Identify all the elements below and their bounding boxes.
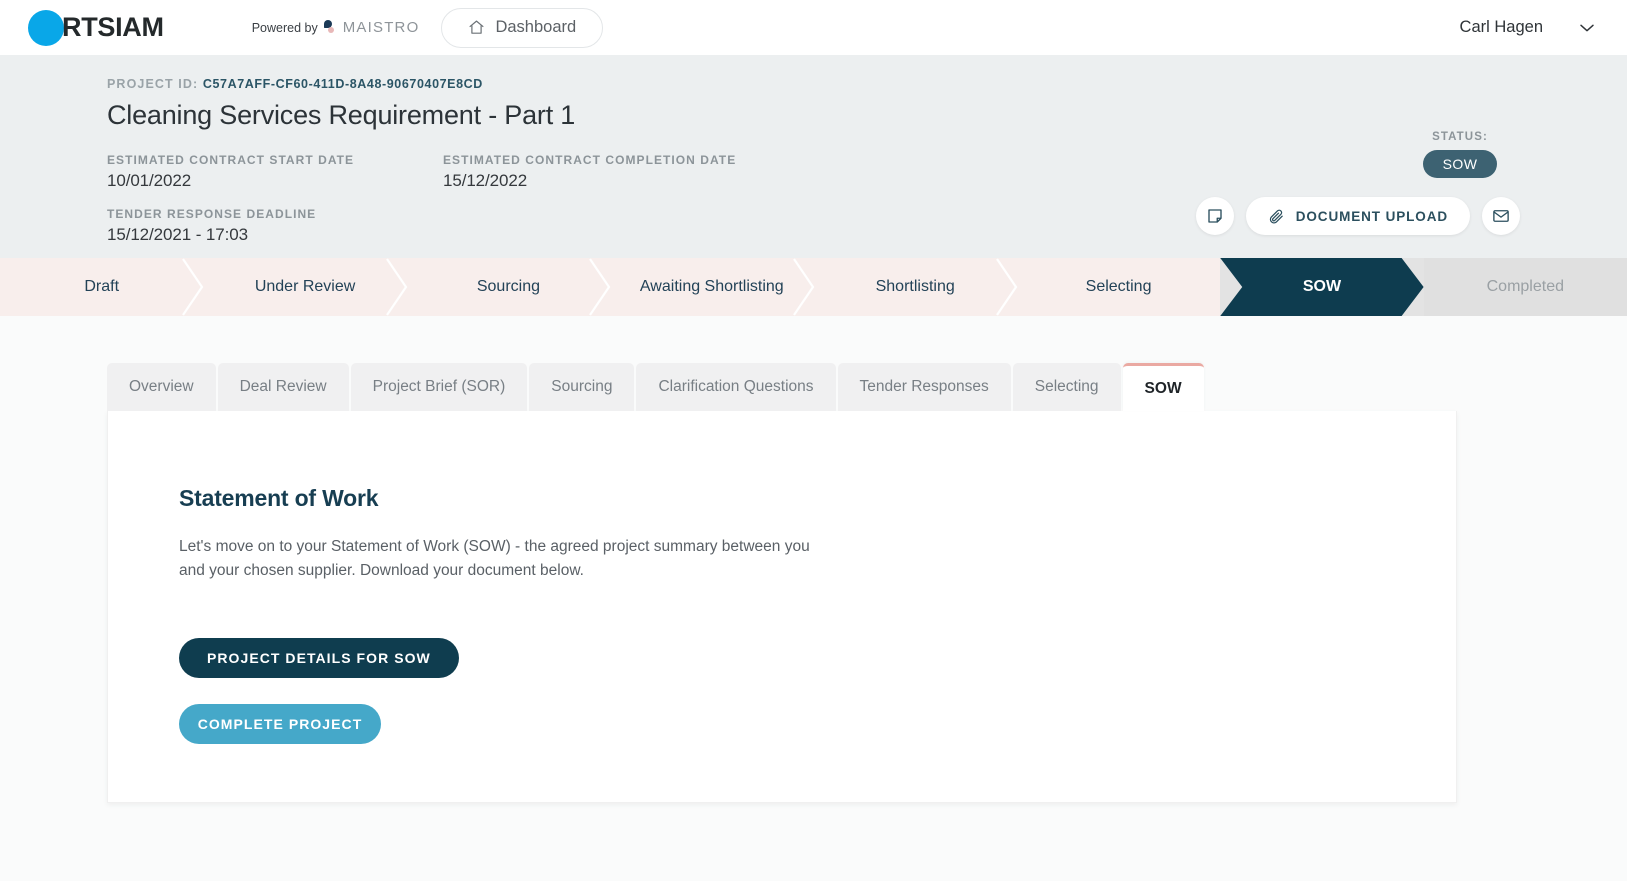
sow-actions: PROJECT DETAILS FOR SOW	[179, 582, 1456, 679]
project-id-value: C57A7AFF-CF60-411D-8A48-90670407E8CD	[202, 77, 483, 91]
stepper-step-under-review[interactable]: Under Review	[203, 258, 408, 316]
stepper-step-awaiting-shortlisting[interactable]: Awaiting Shortlisting	[610, 258, 814, 316]
tender-deadline-field: TENDER RESPONSE DEADLINE 15/12/2021 - 17…	[107, 207, 443, 245]
document-upload-button[interactable]: DOCUMENT UPLOAD	[1245, 197, 1470, 235]
app-logo[interactable]: RTSIAM	[28, 9, 164, 46]
chevron-down-icon[interactable]	[1579, 23, 1595, 33]
sow-heading: Statement of Work	[179, 485, 379, 511]
stepper-step-sourcing[interactable]: Sourcing	[406, 258, 611, 316]
tab-sow[interactable]: SOW	[1122, 363, 1204, 411]
project-details-for-sow-button[interactable]: PROJECT DETAILS FOR SOW	[179, 638, 459, 679]
page-body: Overview Deal Review Project Brief (SOR) So…	[0, 316, 1627, 881]
project-stage-stepper: Draft Under Review Sourcing Awaiting Shortl…	[0, 258, 1627, 316]
completion-date-label: ESTIMATED CONTRACT COMPLETION DATE	[443, 153, 737, 167]
sow-content-card: Statement of Work Let's move on to your …	[107, 411, 1457, 804]
user-name-label: Carl Hagen	[1459, 18, 1543, 36]
paperclip-icon	[1269, 209, 1283, 223]
status-label: STATUS:	[1432, 131, 1488, 143]
document-upload-label: DOCUMENT UPLOAD	[1295, 208, 1448, 224]
stepper-step-draft[interactable]: Draft	[0, 258, 204, 316]
stepper-step-selecting[interactable]: Selecting	[1016, 258, 1221, 316]
project-id-label: PROJECT ID:	[107, 77, 199, 91]
start-date-label: ESTIMATED CONTRACT START DATE	[107, 153, 355, 167]
tab-selecting[interactable]: Selecting	[1012, 363, 1121, 411]
stepper-step-label: SOW	[1302, 278, 1342, 296]
logo-circle-icon	[28, 9, 64, 46]
tab-label: Overview	[129, 378, 194, 395]
start-date-field: ESTIMATED CONTRACT START DATE 10/01/2022	[107, 153, 443, 191]
tab-label: Deal Review	[239, 378, 327, 395]
tab-sourcing[interactable]: Sourcing	[529, 363, 635, 411]
maistro-wordmark: MAISTRO	[342, 19, 420, 36]
dashboard-button[interactable]: Dashboard	[441, 7, 604, 48]
tab-label: SOW	[1144, 379, 1182, 397]
logo-wordmark: RTSIAM	[62, 12, 164, 42]
tab-deal-review[interactable]: Deal Review	[217, 363, 349, 411]
header-actions: DOCUMENT UPLOAD	[1195, 197, 1520, 235]
tab-label: Tender Responses	[859, 378, 989, 395]
notes-button[interactable]	[1195, 197, 1234, 235]
project-id-row: PROJECT ID: C57A7AFF-CF60-411D-8A48-9067…	[107, 77, 1520, 91]
stepper-step-label: Under Review	[254, 278, 356, 296]
start-date-value: 10/01/2022	[107, 171, 192, 190]
tab-clarification-questions[interactable]: Clarification Questions	[636, 363, 836, 411]
powered-by-label: Powered by	[251, 20, 318, 35]
sow-description: Let's move on to your Statement of Work …	[179, 538, 810, 579]
tab-label: Clarification Questions	[658, 378, 814, 395]
stepper-step-completed[interactable]: Completed	[1423, 258, 1627, 316]
tab-project-brief-sor[interactable]: Project Brief (SOR)	[350, 363, 528, 411]
completion-date-value: 15/12/2022	[443, 171, 528, 190]
status-badge: SOW	[1422, 150, 1498, 178]
tab-tender-responses[interactable]: Tender Responses	[837, 363, 1011, 411]
page-title: Cleaning Services Requirement - Part 1	[107, 100, 576, 130]
dashboard-button-label: Dashboard	[495, 18, 577, 36]
top-navigation-bar: RTSIAM Powered by MAISTRO Dashboard Carl…	[0, 0, 1627, 55]
status-block: STATUS: SOW	[1400, 131, 1520, 178]
maistro-logo-icon	[323, 20, 337, 35]
contract-dates-row: ESTIMATED CONTRACT START DATE 10/01/2022…	[107, 153, 1520, 191]
home-icon	[469, 20, 484, 34]
note-icon	[1208, 209, 1222, 223]
stepper-step-sow[interactable]: SOW	[1220, 258, 1423, 316]
stepper-step-label: Sourcing	[476, 278, 541, 296]
tender-deadline-label: TENDER RESPONSE DEADLINE	[107, 207, 317, 221]
stepper-step-label: Draft	[84, 278, 120, 296]
stepper-step-label: Completed	[1486, 278, 1564, 296]
powered-by-maistro: Powered by MAISTRO	[252, 19, 420, 36]
project-header: PROJECT ID: C57A7AFF-CF60-411D-8A48-9067…	[0, 55, 1627, 258]
stepper-step-label: Selecting	[1085, 278, 1152, 296]
tab-strip: Overview Deal Review Project Brief (SOR) So…	[0, 316, 1627, 411]
stepper-step-shortlisting[interactable]: Shortlisting	[813, 258, 1018, 316]
tab-overview[interactable]: Overview	[107, 363, 216, 411]
envelope-icon	[1493, 210, 1509, 222]
tab-label: Project Brief (SOR)	[372, 378, 506, 395]
sow-complete-action: COMPLETE PROJECT	[179, 704, 1456, 745]
user-menu[interactable]: Carl Hagen	[1460, 18, 1603, 37]
complete-project-button[interactable]: COMPLETE PROJECT	[179, 704, 381, 745]
stepper-step-label: Awaiting Shortlisting	[639, 278, 784, 296]
tab-label: Selecting	[1034, 378, 1099, 395]
tab-label: Sourcing	[551, 378, 613, 395]
message-button[interactable]	[1482, 197, 1520, 235]
tender-deadline-value: 15/12/2021 - 17:03	[107, 225, 248, 244]
completion-date-field: ESTIMATED CONTRACT COMPLETION DATE 15/12…	[443, 153, 736, 191]
stepper-step-label: Shortlisting	[875, 278, 955, 296]
